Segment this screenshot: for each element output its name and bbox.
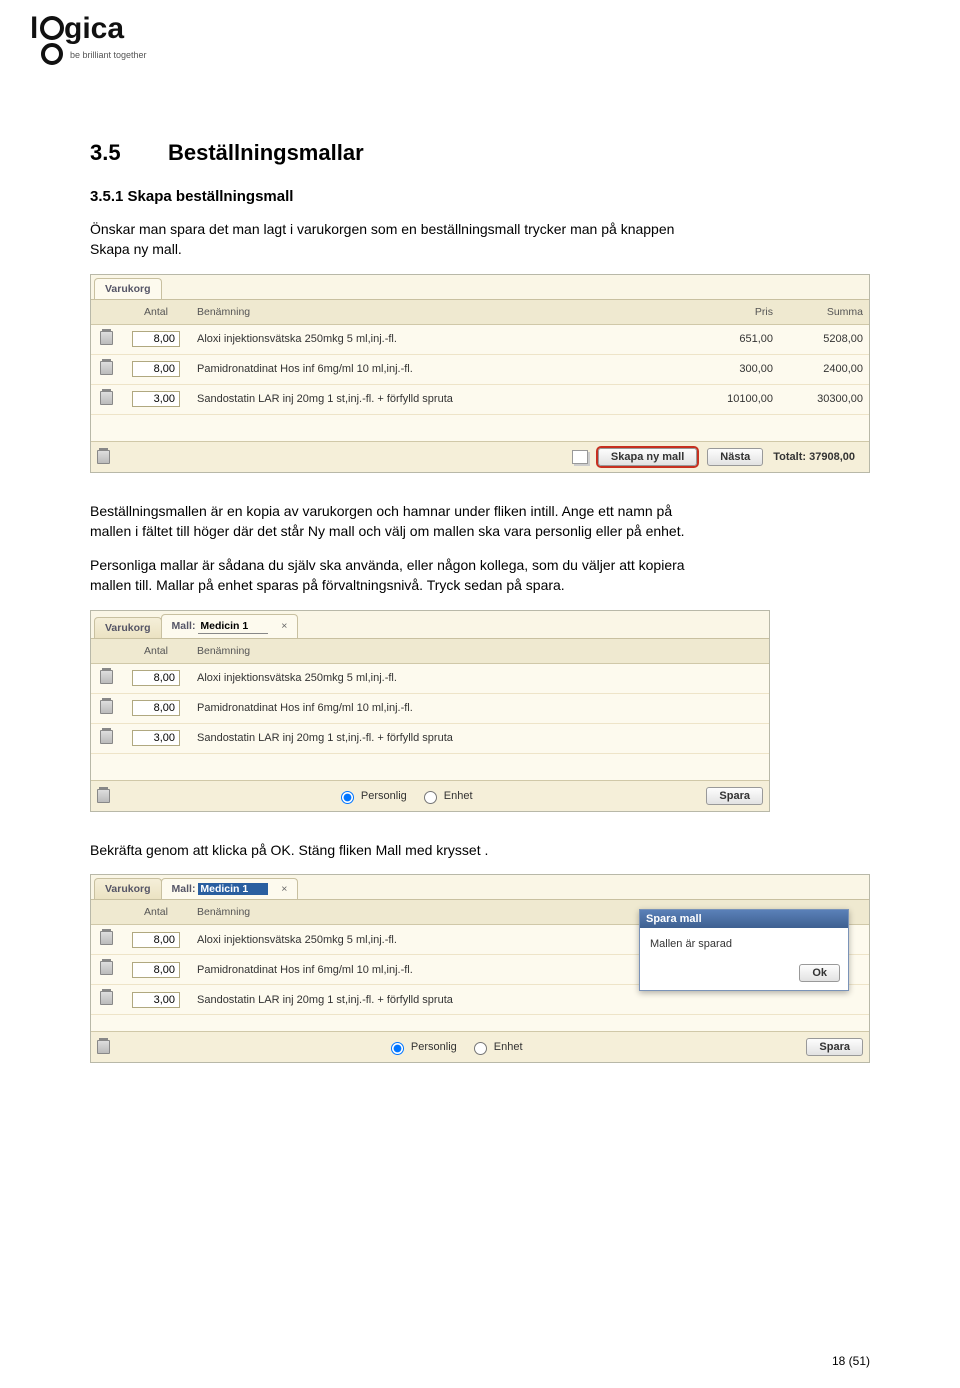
item-name: Sandostatin LAR inj 20mg 1 st,inj.-fl. +… (191, 992, 869, 1008)
ok-button[interactable]: Ok (799, 964, 840, 982)
radio-personlig[interactable] (391, 1042, 404, 1055)
col-antal: Antal (121, 304, 191, 320)
radio-personlig[interactable] (341, 791, 354, 804)
svg-text:gica: gica (64, 12, 124, 45)
screenshot-mall-saved: Varukorg Mall: × Antal Benämning Aloxi i… (90, 874, 870, 1063)
table-row: Aloxi injektionsvätska 250mkg 5 ml,inj.-… (91, 325, 869, 355)
item-name: Pamidronatdinat Hos inf 6mg/ml 10 ml,inj… (191, 361, 689, 377)
col-benamning: Benämning (191, 304, 689, 320)
trash-icon[interactable] (97, 1040, 110, 1054)
table-row: Pamidronatdinat Hos inf 6mg/ml 10 ml,inj… (91, 694, 769, 724)
item-name: Sandostatin LAR inj 20mg 1 st,inj.-fl. +… (191, 391, 689, 407)
col-antal: Antal (121, 904, 191, 920)
total-value: 37908,00 (809, 451, 855, 463)
col-summa: Summa (779, 304, 869, 320)
copy-icon[interactable] (572, 450, 588, 464)
qty-input[interactable] (132, 962, 180, 978)
qty-input[interactable] (132, 730, 180, 746)
svg-text:l: l (30, 12, 38, 45)
logo: l gica be brilliant together (30, 12, 190, 77)
col-benamning: Benämning (191, 643, 769, 659)
table-row: Sandostatin LAR inj 20mg 1 st,inj.-fl. +… (91, 724, 769, 754)
label-personlig: Personlig (361, 790, 407, 802)
radio-enhet[interactable] (424, 791, 437, 804)
paragraph-4: Bekräfta genom att klicka på OK. Stäng f… (90, 840, 690, 860)
col-antal: Antal (121, 643, 191, 659)
qty-input[interactable] (132, 331, 180, 347)
qty-input[interactable] (132, 391, 180, 407)
trash-icon[interactable] (100, 991, 113, 1005)
tab-varukorg[interactable]: Varukorg (94, 878, 162, 899)
trash-icon[interactable] (100, 670, 113, 684)
label-personlig: Personlig (411, 1041, 457, 1053)
qty-input[interactable] (132, 932, 180, 948)
item-name: Sandostatin LAR inj 20mg 1 st,inj.-fl. +… (191, 730, 769, 746)
subsection-heading: 3.5.1 Skapa beställningsmall (90, 188, 870, 205)
screenshot-varukorg: Varukorg Antal Benämning Pris Summa Alox… (90, 274, 870, 473)
qty-input[interactable] (132, 670, 180, 686)
close-icon[interactable]: × (281, 883, 287, 895)
tab-mall[interactable]: Mall: × (161, 878, 299, 899)
label-enhet: Enhet (494, 1041, 523, 1053)
label-enhet: Enhet (444, 790, 473, 802)
trash-icon[interactable] (100, 961, 113, 975)
svg-text:be brilliant together: be brilliant together (70, 50, 147, 60)
trash-icon[interactable] (97, 789, 110, 803)
tab-varukorg[interactable]: Varukorg (94, 278, 162, 299)
item-sum: 30300,00 (779, 391, 869, 407)
next-button[interactable]: Nästa (707, 448, 763, 466)
trash-icon[interactable] (97, 450, 110, 464)
save-button[interactable]: Spara (706, 787, 763, 805)
tab-varukorg[interactable]: Varukorg (94, 617, 162, 638)
qty-input[interactable] (132, 361, 180, 377)
template-name-input[interactable] (198, 883, 268, 895)
trash-icon[interactable] (100, 700, 113, 714)
paragraph-intro: Önskar man spara det man lagt i varukorg… (90, 219, 690, 260)
item-name: Pamidronatdinat Hos inf 6mg/ml 10 ml,inj… (191, 700, 769, 716)
item-price: 651,00 (689, 331, 779, 347)
table-row: Pamidronatdinat Hos inf 6mg/ml 10 ml,inj… (91, 355, 869, 385)
save-confirm-popup: Spara mall Mallen är sparad Ok (639, 909, 849, 991)
table-row: Aloxi injektionsvätska 250mkg 5 ml,inj.-… (91, 664, 769, 694)
item-sum: 5208,00 (779, 331, 869, 347)
screenshot-mall-edit: Varukorg Mall: × Antal Benämning Aloxi i… (90, 610, 770, 812)
trash-icon[interactable] (100, 391, 113, 405)
close-icon[interactable]: × (281, 620, 287, 632)
template-name-input[interactable] (198, 619, 268, 634)
radio-enhet[interactable] (474, 1042, 487, 1055)
trash-icon[interactable] (100, 931, 113, 945)
trash-icon[interactable] (100, 331, 113, 345)
item-price: 300,00 (689, 361, 779, 377)
qty-input[interactable] (132, 992, 180, 1008)
col-pris: Pris (689, 304, 779, 320)
item-sum: 2400,00 (779, 361, 869, 377)
page-number: 18 (51) (832, 1354, 870, 1368)
section-heading: 3.5Beställningsmallar (90, 140, 870, 166)
trash-icon[interactable] (100, 730, 113, 744)
save-button[interactable]: Spara (806, 1038, 863, 1056)
item-name: Aloxi injektionsvätska 250mkg 5 ml,inj.-… (191, 331, 689, 347)
item-price: 10100,00 (689, 391, 779, 407)
total-label: Totalt: (773, 451, 806, 463)
table-row: Sandostatin LAR inj 20mg 1 st,inj.-fl. +… (91, 385, 869, 415)
paragraph-2: Beställningsmallen är en kopia av varuko… (90, 501, 690, 542)
trash-icon[interactable] (100, 361, 113, 375)
popup-title: Spara mall (640, 910, 848, 928)
popup-message: Mallen är sparad (640, 928, 848, 960)
qty-input[interactable] (132, 700, 180, 716)
create-template-button[interactable]: Skapa ny mall (598, 448, 697, 466)
paragraph-3: Personliga mallar är sådana du själv ska… (90, 555, 690, 596)
tab-mall[interactable]: Mall: × (161, 614, 299, 638)
item-name: Aloxi injektionsvätska 250mkg 5 ml,inj.-… (191, 670, 769, 686)
